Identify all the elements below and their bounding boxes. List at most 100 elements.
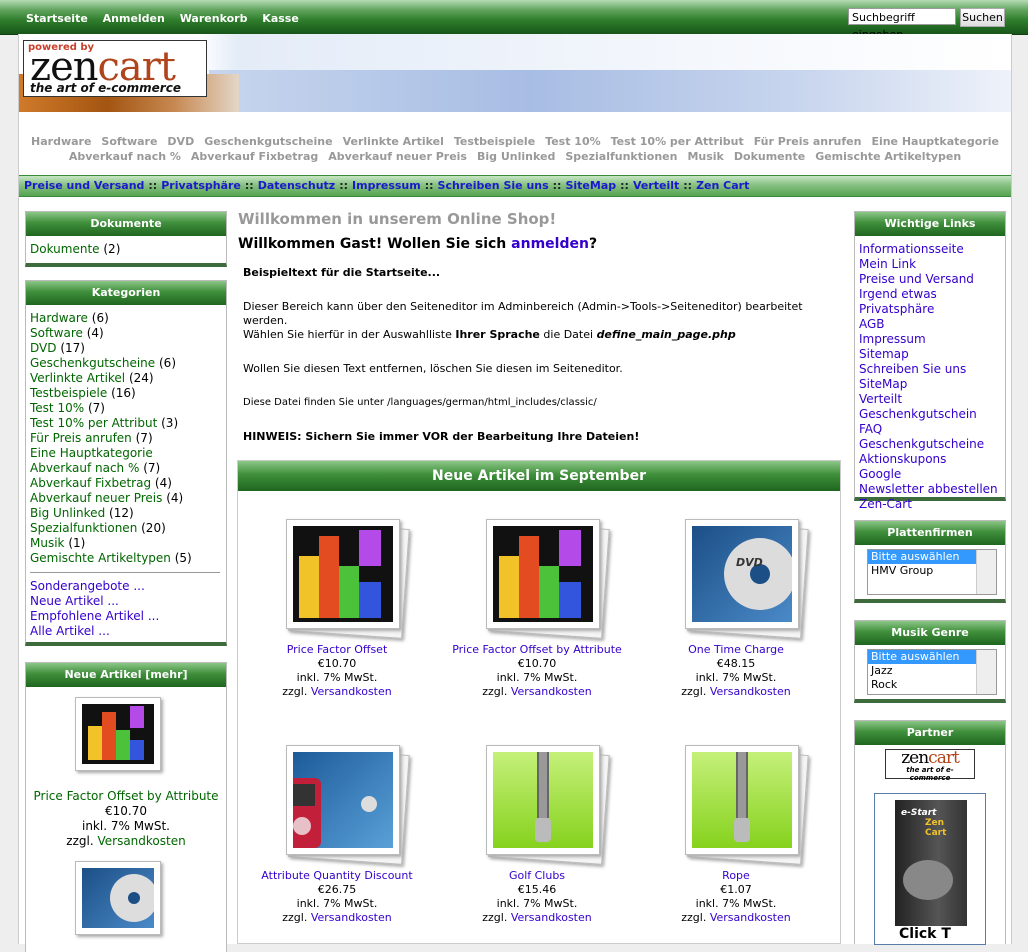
important-link[interactable]: Preise und Versand (859, 272, 974, 286)
category-link[interactable]: Software (30, 326, 83, 340)
category-link[interactable]: Abverkauf nach % (30, 461, 139, 475)
ezpage-link[interactable]: Zen Cart (696, 179, 749, 192)
important-link[interactable]: Mein Link (859, 257, 916, 271)
important-link[interactable]: Privatsphäre (859, 302, 934, 316)
important-link[interactable]: Geschenkgutscheine (859, 437, 984, 451)
important-link[interactable]: SiteMap (859, 377, 907, 391)
category-extra-link[interactable]: Empfohlene Artikel ... (30, 609, 159, 623)
product-name-link[interactable]: One Time Charge (688, 643, 784, 656)
category-tab[interactable]: DVD (167, 135, 194, 148)
category-tab[interactable]: Spezialfunktionen (565, 150, 677, 163)
documents-link[interactable]: Dokumente (30, 242, 100, 256)
nav-home-link[interactable]: Startseite (26, 12, 88, 25)
nav-checkout-link[interactable]: Kasse (262, 12, 299, 25)
product-shipping-link[interactable]: Versandkosten (311, 685, 392, 698)
partner-zencart-logo[interactable]: zencart the art of e-commerce (885, 749, 975, 782)
category-tab[interactable]: Testbeispiele (454, 135, 535, 148)
category-tab[interactable]: Eine Hauptkategorie (871, 135, 999, 148)
important-link[interactable]: Google (859, 467, 901, 481)
product-name-link[interactable]: Price Factor Offset (287, 643, 388, 656)
ezpage-link[interactable]: Privatsphäre (161, 179, 241, 192)
category-tab[interactable]: Musik (687, 150, 723, 163)
ezpage-link[interactable]: Impressum (352, 179, 421, 192)
product-image-link[interactable] (671, 737, 809, 865)
important-link[interactable]: Sitemap (859, 347, 909, 361)
category-extra-link[interactable]: Alle Artikel ... (30, 624, 110, 638)
product-name-link[interactable]: Attribute Quantity Discount (261, 869, 412, 882)
category-link[interactable]: Test 10% per Attribut (30, 416, 157, 430)
category-link[interactable]: Geschenkgutscheine (30, 356, 155, 370)
product-image-link[interactable] (272, 737, 410, 865)
important-link[interactable]: Zen-Cart (859, 497, 912, 511)
category-tab[interactable]: Hardware (31, 135, 91, 148)
side-new-product-ship-link[interactable]: Versandkosten (97, 834, 185, 848)
product-shipping-link[interactable]: Versandkosten (710, 911, 791, 924)
category-tab[interactable]: Für Preis anrufen (754, 135, 862, 148)
important-link[interactable]: Aktionskupons (859, 452, 946, 466)
category-link[interactable]: Abverkauf neuer Preis (30, 491, 162, 505)
category-link[interactable]: Für Preis anrufen (30, 431, 132, 445)
important-link[interactable]: Informationsseite (859, 242, 964, 256)
category-link[interactable]: Verlinkte Artikel (30, 371, 125, 385)
product-image-link[interactable] (472, 737, 610, 865)
category-link[interactable]: Gemischte Artikeltypen (30, 551, 171, 565)
category-tab[interactable]: Dokumente (734, 150, 805, 163)
nav-cart-link[interactable]: Warenkorb (180, 12, 248, 25)
category-tab[interactable]: Verlinkte Artikel (343, 135, 444, 148)
category-extra-link[interactable]: Sonderangebote ... (30, 579, 145, 593)
ezpage-link[interactable]: Datenschutz (258, 179, 336, 192)
product-shipping-link[interactable]: Versandkosten (511, 911, 592, 924)
category-tab[interactable]: Geschenkgutscheine (204, 135, 332, 148)
category-link[interactable]: Test 10% (30, 401, 84, 415)
search-button[interactable]: Suchen (960, 8, 1005, 27)
select-scrollbar[interactable] (976, 550, 996, 594)
new-products-sidebox-title[interactable]: Neue Artikel [mehr] (26, 663, 226, 687)
select-scrollbar[interactable] (976, 650, 996, 694)
important-link[interactable]: Geschenkgutschein FAQ (859, 407, 977, 436)
product-name-link[interactable]: Price Factor Offset by Attribute (452, 643, 622, 656)
category-tab[interactable]: Software (101, 135, 157, 148)
category-tab[interactable]: Test 10% (545, 135, 600, 148)
ezpage-link[interactable]: Preise und Versand (24, 179, 144, 192)
important-link[interactable]: AGB (859, 317, 885, 331)
category-link[interactable]: Abverkauf Fixbetrag (30, 476, 151, 490)
category-extra-link[interactable]: Neue Artikel ... (30, 594, 119, 608)
important-link[interactable]: Schreiben Sie uns (859, 362, 966, 376)
important-link[interactable]: Newsletter abbestellen (859, 482, 998, 496)
product-shipping-link[interactable]: Versandkosten (710, 685, 791, 698)
category-tab[interactable]: Abverkauf nach % (69, 150, 181, 163)
second-product-side-image[interactable] (71, 857, 181, 937)
category-tab[interactable]: Gemischte Artikeltypen (815, 150, 961, 163)
side-new-product-name[interactable]: Price Factor Offset by Attribute (33, 789, 218, 803)
search-input[interactable]: Suchbegriff eingeben (848, 8, 956, 41)
product-name-link[interactable]: Rope (722, 869, 750, 882)
category-link[interactable]: Spezialfunktionen (30, 521, 137, 535)
ezpage-link[interactable]: Schreiben Sie uns (438, 179, 549, 192)
important-link[interactable]: Verteilt (859, 392, 902, 406)
ezpage-link[interactable]: Verteilt (633, 179, 679, 192)
record-labels-select[interactable]: Bitte auswählen HMV Group (867, 549, 997, 595)
category-link[interactable]: DVD (30, 341, 56, 355)
important-link[interactable]: Impressum (859, 332, 926, 346)
category-link[interactable]: Hardware (30, 311, 88, 325)
category-tab[interactable]: Big Unlinked (477, 150, 555, 163)
category-link[interactable]: Eine Hauptkategorie (30, 446, 153, 460)
product-name-link[interactable]: Golf Clubs (509, 869, 565, 882)
product-image-link[interactable] (472, 511, 610, 639)
category-tab[interactable]: Test 10% per Attribut (611, 135, 744, 148)
ezpage-link[interactable]: SiteMap (565, 179, 616, 192)
music-genre-select[interactable]: Bitte auswählen Jazz Rock (867, 649, 997, 695)
nav-login-link[interactable]: Anmelden (103, 12, 165, 25)
login-link[interactable]: anmelden (511, 236, 589, 252)
product-image-link[interactable] (272, 511, 410, 639)
product-shipping-link[interactable]: Versandkosten (511, 685, 592, 698)
new-product-side-image[interactable] (71, 693, 181, 785)
category-link[interactable]: Big Unlinked (30, 506, 105, 520)
important-link[interactable]: Irgend etwas (859, 287, 937, 301)
product-image-link[interactable]: DVD (671, 511, 809, 639)
category-tab[interactable]: Abverkauf neuer Preis (328, 150, 467, 163)
product-shipping-link[interactable]: Versandkosten (311, 911, 392, 924)
zencart-logo[interactable]: powered by zencart the art of e-commerce (23, 40, 207, 97)
category-link[interactable]: Testbeispiele (30, 386, 107, 400)
category-link[interactable]: Musik (30, 536, 65, 550)
